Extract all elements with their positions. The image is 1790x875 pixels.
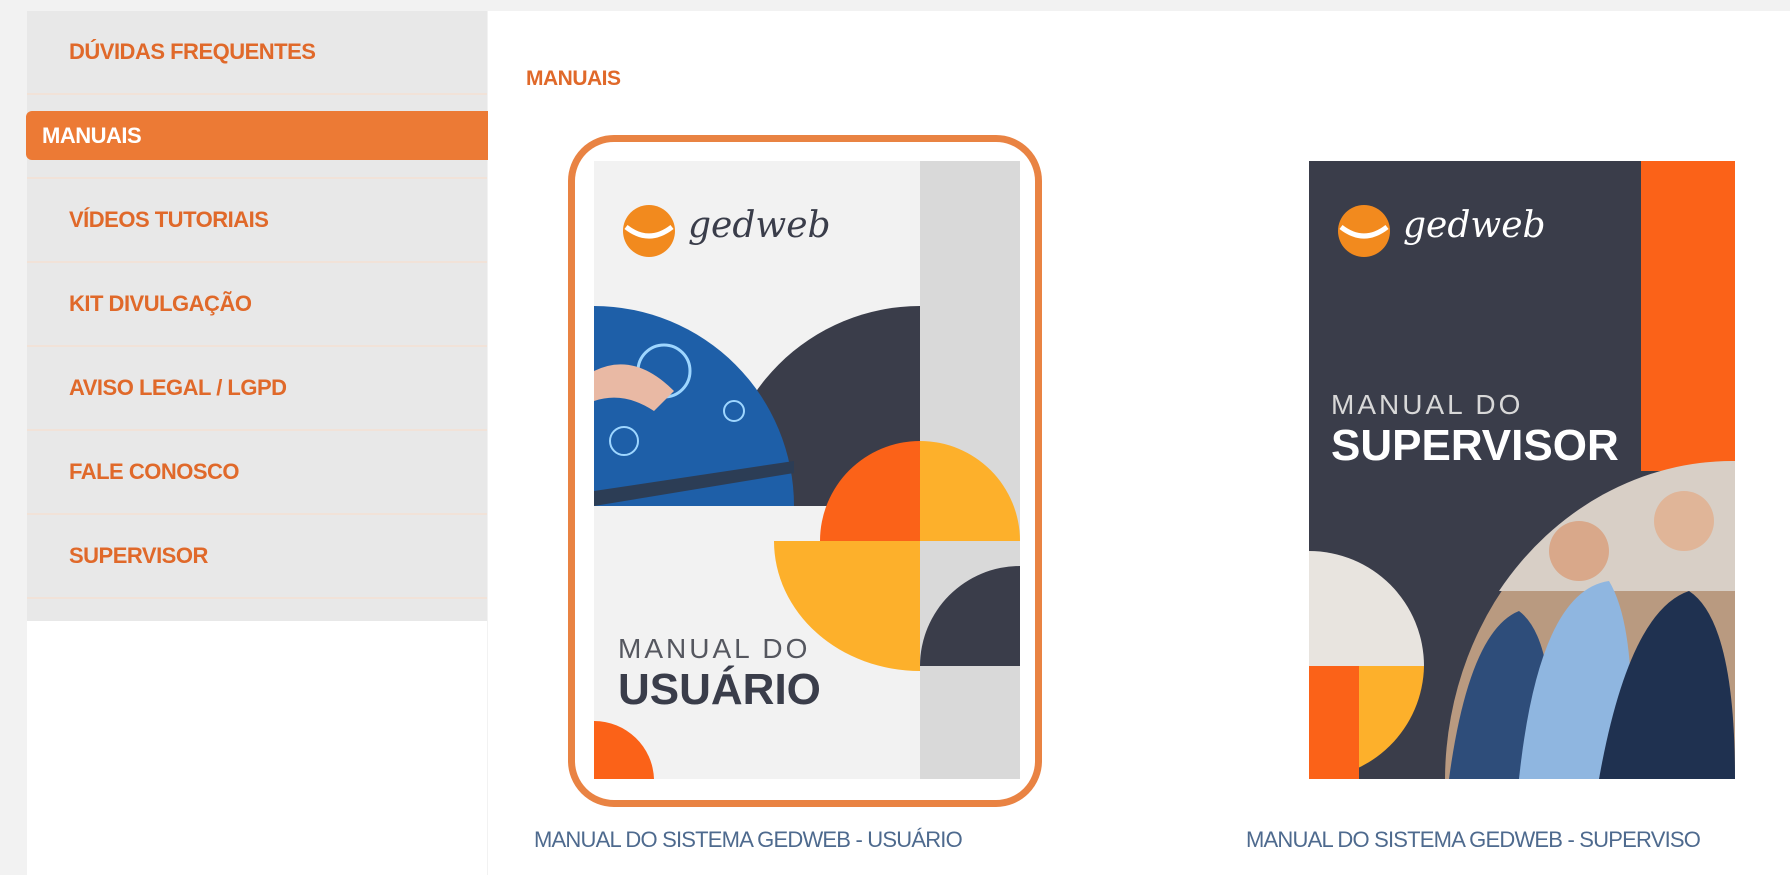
sidebar-nav: DÚVIDAS FREQUENTES VÍDEOS TUTORIAIS KIT … [27,11,487,621]
sidebar-item-label: FALE CONOSCO [69,459,240,484]
selected-highlight-frame [568,135,1042,807]
sidebar-item-manuais[interactable]: MANUAIS [26,111,508,160]
sidebar-item-label: MANUAIS [42,122,142,148]
sidebar-item-videos-tutoriais[interactable]: VÍDEOS TUTORIAIS [27,179,487,263]
sidebar-item-kit-divulgacao[interactable]: KIT DIVULGAÇÃO [27,263,487,347]
sidebar-item-supervisor[interactable]: SUPERVISOR [27,515,487,599]
sidebar-item-duvidas-frequentes[interactable]: DÚVIDAS FREQUENTES [27,11,487,95]
cover-subtitle: MANUAL DO [1331,389,1524,420]
manual-usuario-link[interactable]: MANUAL DO SISTEMA GEDWEB - USUÁRIO [534,827,963,853]
sidebar-item-aviso-legal[interactable]: AVISO LEGAL / LGPD [27,347,487,431]
sidebar-item-label: SUPERVISOR [69,543,208,568]
page: DÚVIDAS FREQUENTES VÍDEOS TUTORIAIS KIT … [0,0,1790,875]
sidebar-item-label: VÍDEOS TUTORIAIS [69,207,269,232]
sidebar-item-label: DÚVIDAS FREQUENTES [69,39,316,64]
gedweb-logo: gedweb [1393,205,1546,246]
sidebar-item-label: AVISO LEGAL / LGPD [69,375,287,400]
page-title: MANUAIS [526,67,621,90]
sidebar-empty-area [27,621,487,875]
manual-supervisor-cover[interactable]: gedweb MANUAL DO SUPERVISOR [1309,161,1735,779]
manual-supervisor-link[interactable]: MANUAL DO SISTEMA GEDWEB - SUPERVISO [1246,827,1701,853]
sidebar-item-label: KIT DIVULGAÇÃO [69,291,252,316]
main-content: MANUAIS gedweb MANUAL DO USUÁRIO gedweb … [488,11,1790,875]
sidebar-item-fale-conosco[interactable]: FALE CONOSCO [27,431,487,515]
logo-text: gedweb [1403,205,1546,246]
cover-title: SUPERVISOR [1331,421,1619,470]
